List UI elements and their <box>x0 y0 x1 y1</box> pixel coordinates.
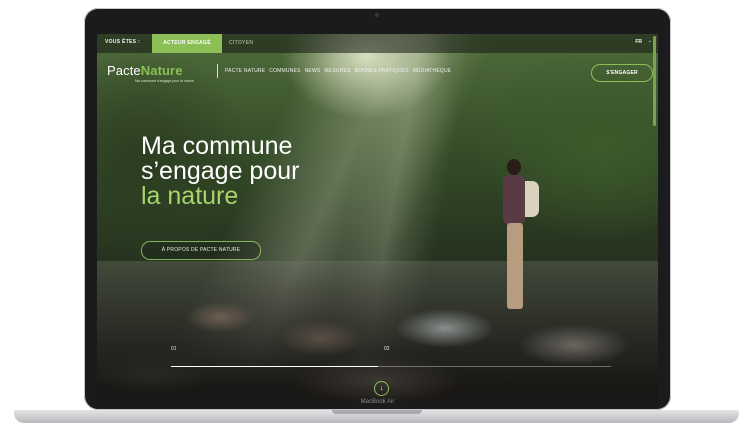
nav-item-pacte-nature[interactable]: PACTE NATURE <box>225 68 265 74</box>
engage-button[interactable]: S'ENGAGER <box>591 64 653 82</box>
page-scrollbar[interactable] <box>653 36 656 126</box>
slider-progress-fill <box>171 366 378 367</box>
website-screen: VOUS ÊTES : ACTEUR ENGAGÉ CITOYEN FR ⌄ P… <box>97 34 658 401</box>
slider-progress-track <box>171 366 611 367</box>
tab-engaged-actor[interactable]: ACTEUR ENGAGÉ <box>152 34 222 53</box>
logo-text-nature: Nature <box>140 63 183 78</box>
audience-bar: VOUS ÊTES : ACTEUR ENGAGÉ CITOYEN FR ⌄ <box>97 34 658 53</box>
header-divider <box>217 64 218 78</box>
laptop-notch <box>332 410 422 414</box>
chevron-down-icon[interactable]: ⌄ <box>648 38 652 44</box>
hiker-torso <box>503 175 525 225</box>
language-selector[interactable]: FR <box>635 39 642 45</box>
tab-citizen[interactable]: CITOYEN <box>229 34 253 53</box>
logo-text-pacte: Pacte <box>107 63 141 78</box>
nav-item-news[interactable]: NEWS <box>305 68 321 74</box>
hero-line-2: s’engage pour <box>141 157 300 185</box>
nav-item-mediatheque[interactable]: MÉDIATHÈQUE <box>413 68 452 74</box>
laptop-lid: VOUS ÊTES : ACTEUR ENGAGÉ CITOYEN FR ⌄ P… <box>84 8 671 410</box>
camera-dot <box>375 13 379 17</box>
main-nav: PACTE NATURE COMMUNES NEWS MESURES BONNE… <box>225 68 451 74</box>
site-logo[interactable]: PacteNature <box>107 63 183 78</box>
logo-tagline: Ma commune s'engage pour la nature <box>135 79 194 83</box>
hero-line-1: Ma commune <box>141 132 293 160</box>
hiker-legs <box>507 223 523 309</box>
slide-number-current[interactable]: 01 <box>171 346 177 352</box>
nav-item-bonnes-pratiques[interactable]: BONNES PRATIQUES <box>355 68 409 74</box>
scroll-down-button[interactable]: ↓ <box>374 381 389 396</box>
slide-number-next[interactable]: 02 <box>384 346 390 352</box>
device-label: MacBook Air <box>360 399 395 405</box>
hero-line-3: la nature <box>141 182 239 210</box>
hero-heading: Ma commune s’engage pour la nature <box>141 134 381 209</box>
nav-item-mesures[interactable]: MESURES <box>324 68 350 74</box>
hiker-head <box>507 159 521 175</box>
laptop-base <box>14 410 739 423</box>
you-are-label: VOUS ÊTES : <box>105 39 140 45</box>
about-button[interactable]: À PROPOS DE PACTE NATURE <box>141 241 261 260</box>
nav-item-communes[interactable]: COMMUNES <box>269 68 300 74</box>
arrow-down-icon: ↓ <box>379 385 384 392</box>
hero-background-rocks <box>97 261 658 401</box>
hiker-figure <box>497 159 547 319</box>
